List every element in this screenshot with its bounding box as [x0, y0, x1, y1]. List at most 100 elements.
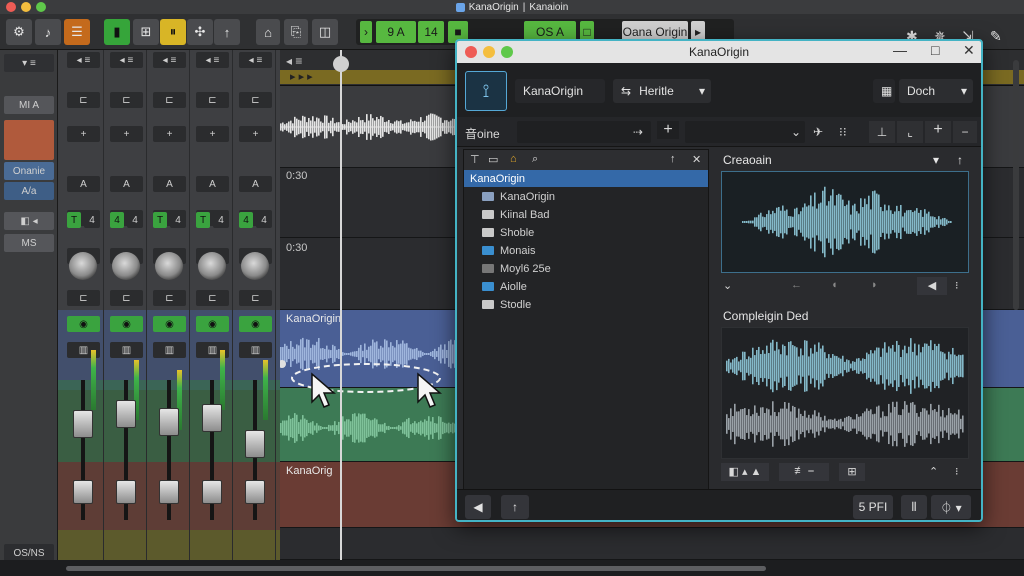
- pan-knob[interactable]: [198, 252, 226, 280]
- pan-knob[interactable]: [241, 252, 269, 280]
- inspector-toolbar[interactable]: ▾ ≡: [4, 54, 54, 72]
- pan-knob[interactable]: [69, 252, 97, 280]
- channel-button[interactable]: A: [196, 176, 229, 192]
- channel-button[interactable]: A: [110, 176, 143, 192]
- media-browser-icon[interactable]: ✎: [990, 28, 1002, 45]
- channel-button[interactable]: +: [196, 126, 229, 142]
- plugin-zoom-button[interactable]: [501, 46, 513, 58]
- library-button[interactable]: ⚙: [6, 19, 32, 45]
- add-button[interactable]: +: [657, 121, 679, 139]
- volume-fader[interactable]: [159, 408, 179, 436]
- channel-button[interactable]: ◂ ≡: [196, 52, 229, 68]
- send-fader[interactable]: [116, 480, 136, 504]
- eq-button[interactable]: ≢ ⎯: [779, 463, 829, 481]
- send-fader[interactable]: [202, 480, 222, 504]
- channel-button[interactable]: ◉: [67, 316, 100, 332]
- mute-button[interactable]: ◧ ▴ ▲: [721, 463, 769, 481]
- back-icon[interactable]: ←: [791, 279, 802, 291]
- filter-input[interactable]: [685, 121, 805, 143]
- smart-controls-button[interactable]: ⊞: [133, 19, 159, 45]
- channel-button[interactable]: +: [153, 126, 186, 142]
- channel-button[interactable]: ◂ ≡: [239, 52, 272, 68]
- channel-button[interactable]: A: [153, 176, 186, 192]
- pan-knob[interactable]: [155, 252, 183, 280]
- upload-button[interactable]: ↑: [501, 495, 529, 519]
- mode-dropdown[interactable]: ⇆ Heritle ▾: [613, 79, 711, 103]
- chevron-down-icon[interactable]: ▾: [933, 153, 939, 167]
- mixer-button[interactable]: ⏸: [160, 19, 186, 45]
- output-dropdown[interactable]: ⏀ ▾: [931, 495, 971, 519]
- browser-item[interactable]: KanaOrigin: [464, 170, 708, 187]
- chevron-down-icon[interactable]: ⌄: [791, 125, 801, 139]
- channel-button[interactable]: ⊏: [239, 290, 272, 306]
- home-icon[interactable]: ⌂: [510, 153, 517, 165]
- channel-button[interactable]: ⊏: [110, 92, 143, 108]
- fader-label[interactable]: T: [153, 212, 167, 228]
- channel-button[interactable]: ▥: [110, 342, 143, 358]
- channel-button[interactable]: ◂ ≡: [153, 52, 186, 68]
- channel-button[interactable]: ◂ ≡: [67, 52, 100, 68]
- record-button[interactable]: ⌂: [256, 19, 280, 45]
- more-icon[interactable]: ⁝: [955, 279, 959, 292]
- capture-button[interactable]: ◫: [312, 19, 338, 45]
- browser-item[interactable]: Monais: [464, 242, 708, 259]
- volume-fader[interactable]: [116, 400, 136, 428]
- pointer-tool-button[interactable]: ↑: [214, 19, 240, 45]
- channel-button[interactable]: ⊏: [153, 92, 186, 108]
- grid-view-button[interactable]: ▦: [873, 79, 895, 103]
- maximize-icon[interactable]: □: [931, 42, 939, 58]
- channel-button[interactable]: A: [67, 176, 100, 192]
- inspector-item-1[interactable]: Onanie: [4, 162, 54, 180]
- plugin-logo-button[interactable]: ⟟: [465, 71, 507, 111]
- channel-button[interactable]: A: [239, 176, 272, 192]
- channel-button[interactable]: ⊏: [239, 92, 272, 108]
- send-fader[interactable]: [73, 480, 93, 504]
- volume-fader[interactable]: [245, 430, 265, 458]
- track-lane-empty[interactable]: [280, 528, 1024, 560]
- more-icon[interactable]: ⁝: [955, 465, 959, 478]
- speaker-icon[interactable]: ◗: [871, 279, 878, 291]
- minimize-window-button[interactable]: [21, 2, 31, 12]
- prev-button[interactable]: ◀: [465, 495, 491, 519]
- fader-label[interactable]: 4: [239, 212, 253, 228]
- play-reverse-button[interactable]: ◀: [917, 277, 947, 295]
- browser-item[interactable]: Shoble: [464, 224, 708, 241]
- volume-icon[interactable]: ◖: [831, 279, 838, 291]
- align-button[interactable]: ⊥: [869, 121, 895, 143]
- close-browser-icon[interactable]: ✕: [692, 153, 701, 166]
- plugin-minimize-button[interactable]: [483, 46, 495, 58]
- channel-button[interactable]: +: [67, 126, 100, 142]
- channel-button[interactable]: +: [110, 126, 143, 142]
- channel-button[interactable]: ◉: [153, 316, 186, 332]
- fx-button[interactable]: ⊞: [839, 463, 865, 481]
- editors-button[interactable]: ☰: [64, 19, 90, 45]
- browser-item[interactable]: KanaOrigin: [464, 188, 708, 205]
- upload-icon[interactable]: ↑: [957, 153, 963, 167]
- channel-button[interactable]: ⊏: [110, 290, 143, 306]
- fader-label[interactable]: T: [196, 212, 210, 228]
- inspector-item-3[interactable]: MS: [4, 234, 54, 252]
- close-window-button[interactable]: [6, 2, 16, 12]
- horizontal-scrollbar[interactable]: [0, 560, 1024, 576]
- channel-button[interactable]: ▥: [239, 342, 272, 358]
- search-icon[interactable]: ⌕: [532, 153, 538, 166]
- minimize-icon[interactable]: —: [893, 42, 907, 58]
- rate-display[interactable]: 5 PFI: [853, 495, 893, 519]
- close-icon[interactable]: ✕: [963, 42, 975, 59]
- browser-item[interactable]: Kiinal Bad: [464, 206, 708, 223]
- send-fader[interactable]: [245, 480, 265, 504]
- view-dropdown[interactable]: Doch ▾: [899, 79, 973, 103]
- channel-button[interactable]: ⊏: [67, 290, 100, 306]
- chevron-down-icon[interactable]: ⌄: [723, 279, 732, 292]
- volume-fader[interactable]: [73, 410, 93, 438]
- remove-button[interactable]: −: [953, 121, 977, 143]
- channel-button[interactable]: ◂ ≡: [110, 52, 143, 68]
- track-color-chip[interactable]: [4, 120, 54, 160]
- plugin-title-bar[interactable]: KanaOrigin — □ ✕: [457, 41, 981, 63]
- inspector-item-2[interactable]: A/a: [4, 182, 54, 200]
- channel-button[interactable]: ◉: [239, 316, 272, 332]
- channel-button[interactable]: ◉: [196, 316, 229, 332]
- crop-button[interactable]: ⌞: [897, 121, 923, 143]
- add-track-button[interactable]: +: [925, 121, 951, 143]
- browser-item[interactable]: Stodle: [464, 296, 708, 313]
